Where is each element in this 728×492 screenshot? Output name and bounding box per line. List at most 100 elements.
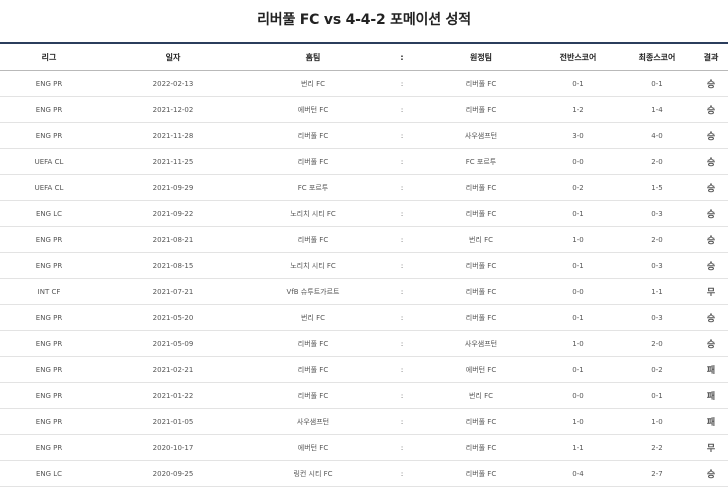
cell-away-team: 번리 FC [426, 382, 536, 409]
cell-separator: : [378, 252, 426, 279]
cell-league: ENG PR [0, 96, 98, 123]
cell-home-team: 리버풀 FC [248, 148, 378, 175]
cell-result: 승 [694, 200, 728, 227]
cell-date: 2021-09-22 [98, 200, 248, 227]
cell-half-score: 1-2 [536, 96, 620, 123]
cell-away-team: 번리 FC [426, 226, 536, 253]
cell-separator: : [378, 356, 426, 383]
cell-home-team: FC 포르투 [248, 174, 378, 201]
cell-home-team: 에버턴 FC [248, 434, 378, 461]
match-records-table: 리그 일자 홈팀 : 원정팀 전반스코어 최종스코어 결과 ENG PR 2022… [0, 42, 728, 487]
cell-final-score: 0-3 [620, 252, 694, 279]
cell-home-team: 노리치 시티 FC [248, 200, 378, 227]
cell-final-score: 0-2 [620, 356, 694, 383]
cell-date: 2021-02-21 [98, 356, 248, 383]
cell-separator: : [378, 70, 426, 97]
cell-result: 무 [694, 278, 728, 305]
cell-date: 2021-11-25 [98, 148, 248, 175]
cell-result: 무 [694, 434, 728, 461]
cell-separator: : [378, 460, 426, 487]
cell-result: 패 [694, 408, 728, 435]
cell-final-score: 2-2 [620, 434, 694, 461]
cell-final-score: 0-1 [620, 382, 694, 409]
cell-final-score: 0-3 [620, 200, 694, 227]
cell-separator: : [378, 278, 426, 305]
cell-home-team: 사우샘프턴 [248, 408, 378, 435]
cell-away-team: 리버풀 FC [426, 460, 536, 487]
cell-home-team: 리버풀 FC [248, 382, 378, 409]
cell-result: 패 [694, 356, 728, 383]
cell-half-score: 0-1 [536, 304, 620, 331]
cell-league: ENG PR [0, 408, 98, 435]
cell-league: ENG LC [0, 200, 98, 227]
cell-result: 승 [694, 304, 728, 331]
cell-final-score: 1-5 [620, 174, 694, 201]
cell-final-score: 2-0 [620, 148, 694, 175]
cell-league: ENG PR [0, 356, 98, 383]
cell-final-score: 2-7 [620, 460, 694, 487]
cell-result: 승 [694, 252, 728, 279]
table-row: UEFA CL 2021-09-29 FC 포르투: 리버풀 FC 0-2 1-5 승 [0, 174, 728, 201]
cell-date: 2021-05-09 [98, 330, 248, 357]
cell-final-score: 0-3 [620, 304, 694, 331]
table-row: ENG PR 2021-12-02 에버턴 FC: 리버풀 FC 1-2 1-4 승 [0, 96, 728, 123]
cell-half-score: 1-0 [536, 226, 620, 253]
cell-half-score: 0-2 [536, 174, 620, 201]
cell-away-team: 에버턴 FC [426, 356, 536, 383]
cell-result: 승 [694, 460, 728, 487]
cell-separator: : [378, 382, 426, 409]
cell-date: 2020-10-17 [98, 434, 248, 461]
cell-separator: : [378, 122, 426, 149]
cell-date: 2021-12-02 [98, 96, 248, 123]
cell-half-score: 0-1 [536, 200, 620, 227]
cell-result: 승 [694, 330, 728, 357]
cell-away-team: 리버풀 FC [426, 200, 536, 227]
cell-separator: : [378, 200, 426, 227]
cell-home-team: 리버풀 FC [248, 226, 378, 253]
cell-away-team: 리버풀 FC [426, 434, 536, 461]
cell-half-score: 0-0 [536, 278, 620, 305]
table-row: ENG PR 2021-01-22 리버풀 FC: 번리 FC 0-0 0-1 패 [0, 382, 728, 409]
cell-league: INT CF [0, 278, 98, 305]
cell-away-team: 리버풀 FC [426, 174, 536, 201]
table-row: ENG LC 2020-09-25 링컨 시티 FC: 리버풀 FC 0-4 2-7 승 [0, 460, 728, 487]
cell-date: 2021-01-05 [98, 408, 248, 435]
cell-away-team: 리버풀 FC [426, 278, 536, 305]
cell-league: ENG PR [0, 226, 98, 253]
cell-separator: : [378, 174, 426, 201]
table-row: ENG PR 2021-11-28 리버풀 FC: 사우샘프턴 3-0 4-0 승 [0, 122, 728, 149]
cell-result: 승 [694, 96, 728, 123]
cell-date: 2021-01-22 [98, 382, 248, 409]
cell-home-team: 링컨 시티 FC [248, 460, 378, 487]
cell-result: 패 [694, 382, 728, 409]
cell-league: ENG PR [0, 252, 98, 279]
cell-separator: : [378, 330, 426, 357]
cell-half-score: 1-1 [536, 434, 620, 461]
cell-date: 2021-07-21 [98, 278, 248, 305]
cell-result: 승 [694, 148, 728, 175]
cell-half-score: 3-0 [536, 122, 620, 149]
cell-separator: : [378, 96, 426, 123]
cell-final-score: 4-0 [620, 122, 694, 149]
header-separator: : [378, 43, 426, 71]
cell-away-team: FC 포르투 [426, 148, 536, 175]
table-row: ENG PR 2021-02-21 리버풀 FC: 에버턴 FC 0-1 0-2 패 [0, 356, 728, 383]
cell-half-score: 0-0 [536, 382, 620, 409]
cell-separator: : [378, 304, 426, 331]
table-row: UEFA CL 2021-11-25 리버풀 FC: FC 포르투 0-0 2-0 승 [0, 148, 728, 175]
cell-date: 2021-08-15 [98, 252, 248, 279]
cell-separator: : [378, 434, 426, 461]
cell-league: ENG PR [0, 70, 98, 97]
header-home-team: 홈팀 [248, 43, 378, 71]
header-league: 리그 [0, 43, 98, 71]
header-row: 리그 일자 홈팀 : 원정팀 전반스코어 최종스코어 결과 [0, 43, 728, 71]
cell-date: 2021-05-20 [98, 304, 248, 331]
cell-half-score: 0-0 [536, 148, 620, 175]
cell-result: 승 [694, 122, 728, 149]
cell-league: ENG PR [0, 330, 98, 357]
cell-league: UEFA CL [0, 174, 98, 201]
cell-away-team: 사우샘프턴 [426, 330, 536, 357]
cell-date: 2021-08-21 [98, 226, 248, 253]
cell-half-score: 0-1 [536, 252, 620, 279]
header-half-score: 전반스코어 [536, 43, 620, 71]
